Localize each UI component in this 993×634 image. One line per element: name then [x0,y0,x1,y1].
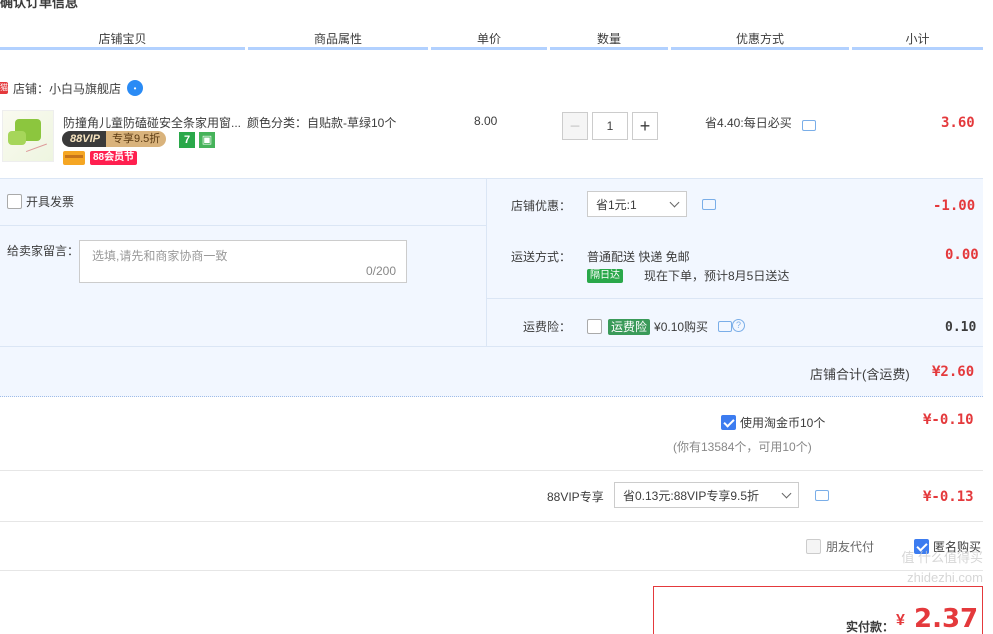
payment-label: 实付款： [846,620,895,634]
watermark: 值 什么值得买 zhidezhi.com [901,550,983,585]
friend-pay-checkbox[interactable] [806,539,821,554]
invoice-checkbox[interactable] [7,194,22,209]
shipping-method: 普通配送 快递 免邮 [587,250,690,264]
insurance-option[interactable]: 运费险 ¥0.10购买 [587,318,708,335]
vip-discount-value: 省0.13元:88VIP专享9.5折 [623,488,760,503]
col-qty: 数量 [550,30,668,50]
col-discount: 优惠方式 [671,30,849,50]
vip-amount: ¥-0.13 [923,489,974,505]
vip-tag: 88VIP 专享9.5折 [62,131,167,147]
insurance-tag: 运费险 [608,318,651,335]
product-thumbnail[interactable] [2,110,54,162]
shipping-amount: 0.00 [945,247,979,263]
insurance-checkbox[interactable] [587,319,602,334]
vip-tag-label: 88VIP [62,131,106,147]
shipping-label: 运送方式： [511,250,572,264]
col-shop-item: 店铺宝贝 [0,30,245,50]
invoice-label: 开具发票 [26,195,75,209]
vip-tag-discount: 专享9.5折 [105,131,167,147]
increase-button[interactable]: + [632,112,658,140]
shop-discount-value: 省1元:1 [596,197,637,212]
comment-icon[interactable] [802,120,816,131]
section-title: 确认订单信息 [0,0,79,10]
shop-name-link[interactable]: 小白马旗舰店 [49,80,121,97]
vip-discount-select[interactable]: 省0.13元:88VIP专享9.5折 [614,482,799,508]
shipping-eta: 现在下单，预计8月5日送达 [644,269,790,283]
shop-total-amount: ¥2.60 [932,364,975,380]
invoice-option[interactable]: 开具发票 [7,193,74,210]
shop-discount-select[interactable]: 省1元:1 [587,191,687,217]
comment-icon[interactable] [702,199,716,210]
unit-price: 8.00 [474,114,498,128]
wangwang-chat-icon[interactable]: • [127,80,144,96]
comment-icon[interactable] [718,321,732,332]
remark-char-count: 0/200 [365,264,396,278]
chevron-down-icon [781,488,792,498]
coins-option[interactable]: 使用淘金币10个 [721,414,825,431]
insurance-price: ¥0.10购买 [654,320,709,334]
seven-day-return-icon: 7 [179,132,195,148]
product-title-link[interactable]: 防撞角儿童防磕碰安全条家用窗... [63,114,243,131]
remark-label: 给卖家留言： [7,244,80,258]
quantity-stepper: − 1 + [562,112,658,140]
payment-amount: 2.37 [914,604,979,634]
tmall-icon: 猫 [0,82,8,94]
payment-currency: ¥ [896,612,905,629]
shop-discount-label: 店铺优惠： [511,199,572,213]
col-price: 单价 [431,30,547,50]
coins-checkbox[interactable] [721,415,736,430]
col-attr: 商品属性 [248,30,428,50]
vip-label: 88VIP专享 [547,490,604,504]
quantity-input[interactable]: 1 [592,112,628,140]
shop-row: 猫 店铺： 小白马旗舰店 • [0,78,144,98]
coins-amount: ¥-0.10 [923,412,974,428]
insurance-label: 运费险： [523,320,572,334]
member-festival-badge: 88会员节 [90,151,138,165]
coins-label: 使用淘金币10个 [740,416,826,430]
col-subtotal: 小计 [852,30,983,50]
guarantee-icon: ▣ [199,132,215,148]
item-discount: 省4.40:每日必买 [705,116,792,130]
remark-placeholder: 选填,请先和商家协商一致 [92,249,228,263]
help-icon[interactable]: ? [732,319,745,332]
decrease-button[interactable]: − [562,112,588,140]
shop-label: 店铺： [13,81,50,96]
next-day-tag: 隔日达 [587,269,623,283]
shop-total-label: 店铺合计(含运费) [810,367,910,382]
product-attr: 颜色分类：自贴款-草绿10个 [247,116,397,130]
credit-card-icon [63,151,85,165]
chevron-down-icon [669,197,680,207]
shop-discount-amount: -1.00 [933,198,976,214]
item-subtotal: 3.60 [941,115,975,131]
comment-icon[interactable] [815,490,829,501]
coins-note: (你有13584个，可用10个) [673,440,812,454]
insurance-amount: 0.10 [945,320,977,335]
remark-textarea[interactable]: 选填,请先和商家协商一致 0/200 [79,240,407,283]
